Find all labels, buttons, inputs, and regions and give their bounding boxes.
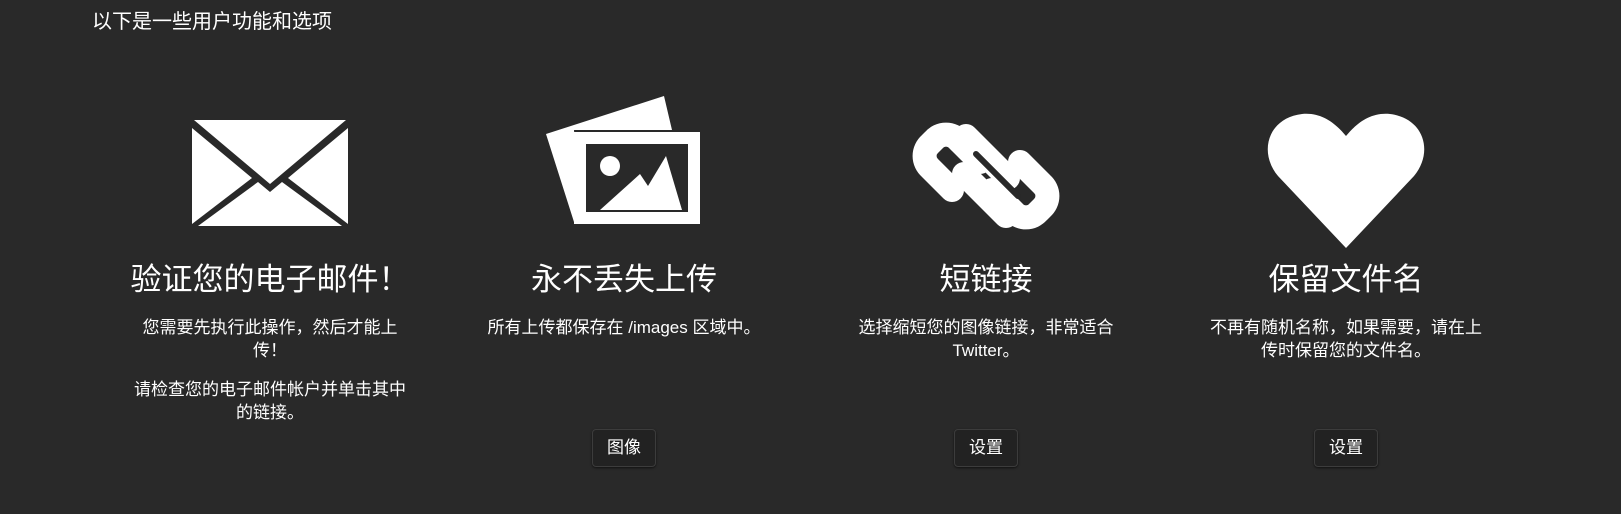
features-section: 验证您的电子邮件！ 您需要先执行此操作，然后才能上传！ 请检查您的电子邮件帐户并… <box>0 90 1621 510</box>
feature-description: 您需要先执行此操作，然后才能上传！ 请检查您的电子邮件帐户并单击其中的链接。 <box>133 316 407 440</box>
page: 以下是一些用户功能和选项 验证您的电子邮件！ 您需要先执行此操作，然后才能上传！… <box>0 0 1621 514</box>
feature-short-links: 短链接 选择缩短您的图像链接，非常适合 Twitter。 设置 <box>806 90 1166 510</box>
feature-keep-filenames: 保留文件名 不再有随机名称，如果需要，请在上传时保留您的文件名。 设置 <box>1166 90 1526 510</box>
feature-description-line: 请检查您的电子邮件帐户并单击其中的链接。 <box>134 380 406 422</box>
filenames-settings-button[interactable]: 设置 <box>1314 429 1378 467</box>
feature-title: 短链接 <box>939 262 1033 297</box>
short-links-settings-button[interactable]: 设置 <box>954 429 1018 467</box>
feature-description: 不再有随机名称，如果需要，请在上传时保留您的文件名。 <box>1209 316 1483 378</box>
envelope-icon <box>90 90 450 260</box>
heart-icon <box>1166 90 1526 260</box>
feature-verify-email: 验证您的电子邮件！ 您需要先执行此操作，然后才能上传！ 请检查您的电子邮件帐户并… <box>90 90 450 510</box>
feature-description: 选择缩短您的图像链接，非常适合 Twitter。 <box>849 316 1123 378</box>
intro-text: 以下是一些用户功能和选项 <box>92 11 332 33</box>
feature-description: 所有上传都保存在 /images 区域中。 <box>487 316 761 355</box>
feature-description-line: 选择缩短您的图像链接，非常适合 Twitter。 <box>858 318 1114 360</box>
feature-description-line: 不再有随机名称，如果需要，请在上传时保留您的文件名。 <box>1210 318 1482 360</box>
feature-title: 验证您的电子邮件！ <box>130 262 410 297</box>
feature-description-line: 所有上传都保存在 /images 区域中。 <box>487 318 761 337</box>
feature-description-line: 您需要先执行此操作，然后才能上传！ <box>142 318 398 360</box>
images-button[interactable]: 图像 <box>592 429 656 467</box>
link-icon <box>806 90 1166 260</box>
feature-title: 保留文件名 <box>1268 262 1424 297</box>
feature-title: 永不丢失上传 <box>531 262 717 297</box>
images-icon <box>444 90 804 260</box>
feature-never-lose-uploads: 永不丢失上传 所有上传都保存在 /images 区域中。 图像 <box>444 90 804 510</box>
